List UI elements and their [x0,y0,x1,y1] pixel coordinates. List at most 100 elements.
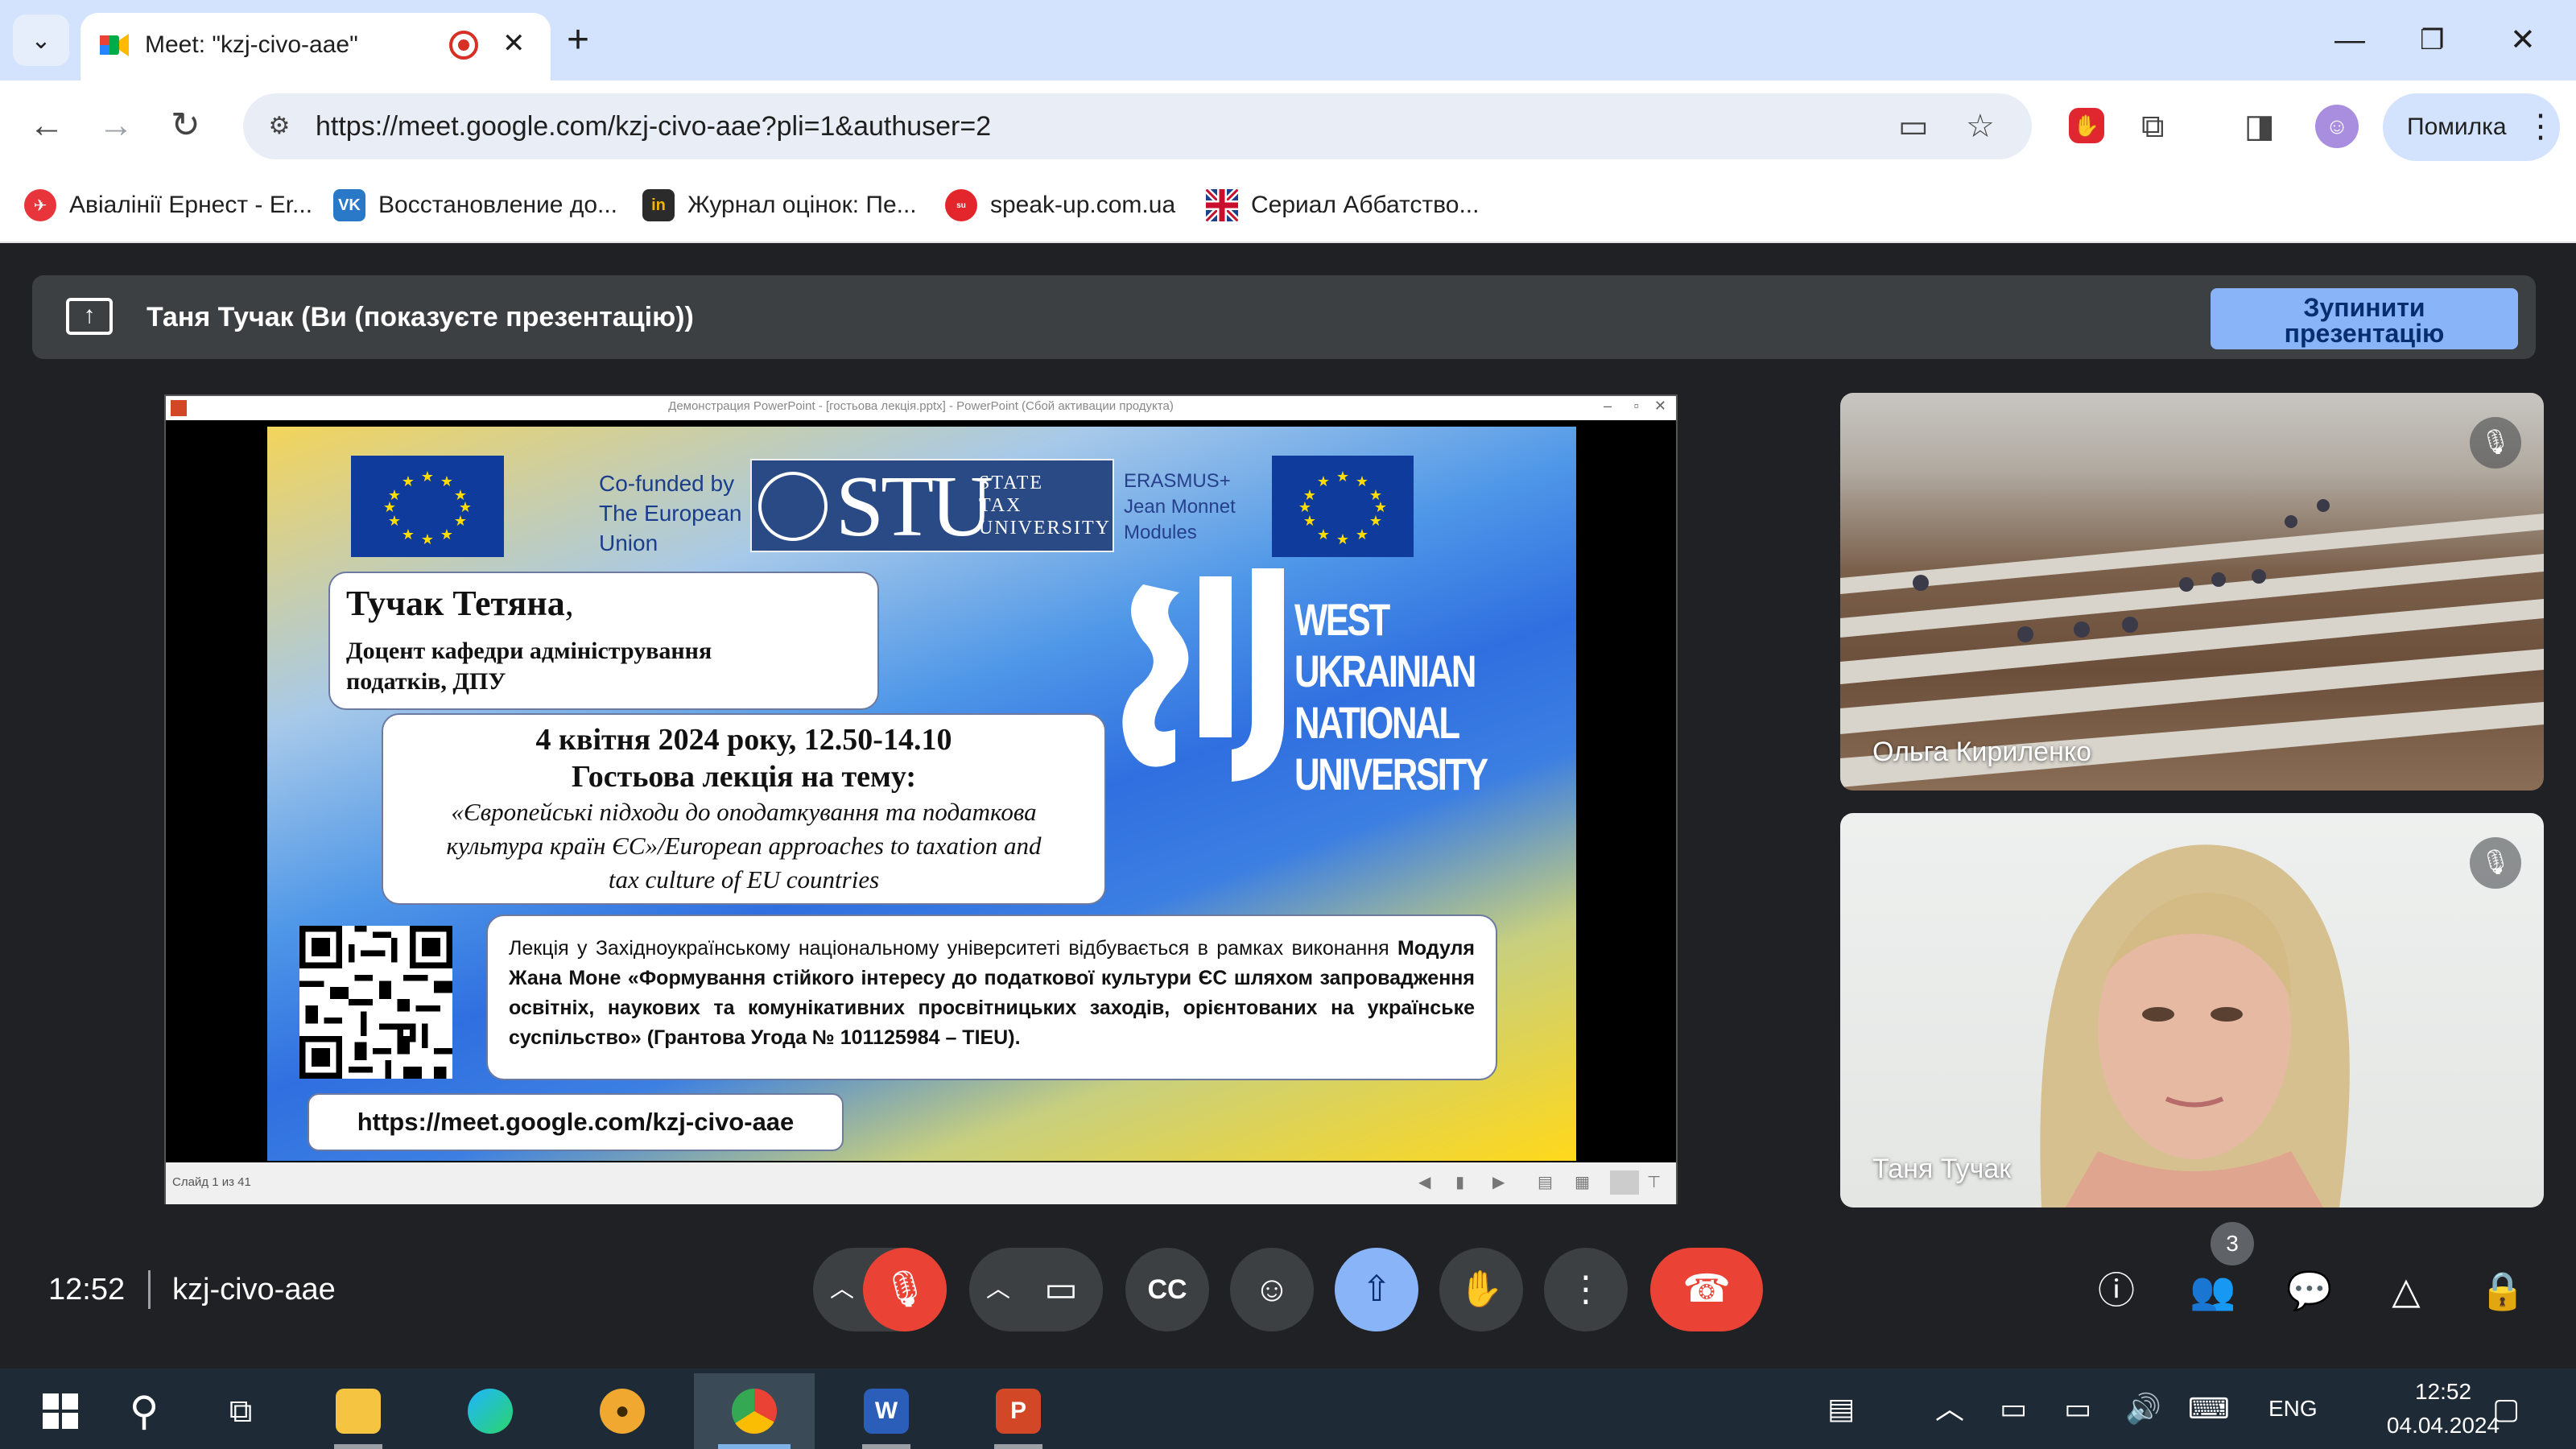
host-controls-icon[interactable]: 🔒 [2475,1262,2531,1319]
next-slide-icon[interactable]: ▶ [1492,1172,1505,1192]
present-now-icon[interactable]: ⇧ [1335,1248,1418,1331]
browser-toolbar: ← → ↻ ⚙ https://meet.google.com/kzj-civo… [0,80,2576,172]
tray-overflow-icon[interactable]: ︿ [1935,1389,1964,1428]
cofunded-line: The European [599,501,742,526]
activities-icon[interactable]: △ [2378,1262,2434,1319]
taskbar-word[interactable]: W [826,1373,947,1449]
speakup-favicon-icon: su [945,189,977,221]
new-tab-button[interactable]: + [567,19,589,61]
svg-text:★: ★ [402,526,415,543]
bookmark-item[interactable]: Сериал Аббатство... [1206,185,1479,225]
pause-icon[interactable]: ▮ [1455,1172,1464,1192]
end-call-icon[interactable]: ☎ [1650,1248,1763,1331]
mic-off-icon: 🎙 [2470,417,2521,469]
taskbar-app-browser[interactable]: ● [562,1373,683,1449]
minimize-icon[interactable]: — [2334,18,2365,63]
address-bar[interactable]: ⚙ https://meet.google.com/kzj-civo-aae?p… [243,93,2032,159]
input-language[interactable]: ENG [2268,1393,2318,1425]
stop-label-line2: презентацію [2284,319,2445,348]
lecture-topic-line: tax culture of EU countries [608,865,880,894]
adblock-extension-icon[interactable]: ✋ [2069,108,2104,143]
ppt-statusbar: Слайд 1 из 41 ◀ ▮ ▶ ▤ ▦ ⊤ [166,1162,1676,1204]
volume-icon[interactable]: 🔊 [2125,1389,2161,1428]
wunu-line: UNIVERSITY [1294,749,1488,799]
svg-text:★: ★ [1317,473,1330,490]
mic-off-toggle-icon[interactable]: 🎙 [863,1248,947,1331]
meeting-clock: 12:52 [48,1273,126,1307]
normal-view-icon[interactable]: ▤ [1538,1172,1553,1192]
bookmark-item[interactable]: in Журнал оцінок: Пе... [642,185,917,225]
bookmark-item[interactable]: ✈ Авіалінії Ернест - Er... [24,185,312,225]
ppt-close-icon[interactable]: ✕ [1654,398,1666,415]
taskbar-explorer[interactable] [298,1373,419,1449]
mic-options-chevron-icon[interactable]: ︿ [818,1248,866,1331]
camera-options-chevron-icon[interactable]: ︿ [974,1248,1022,1331]
profile-error-label: Помилка [2407,114,2507,140]
url-text[interactable]: https://meet.google.com/kzj-civo-aae?pli… [316,109,991,144]
back-icon[interactable]: ← [29,101,64,150]
active-tab[interactable]: Meet: "kzj-civo-aae" ✕ [80,13,551,80]
ppt-minimize-icon[interactable]: – [1604,398,1612,415]
taskbar-task-view[interactable]: ⧉ [180,1373,301,1449]
side-panel-icon[interactable]: ◨ [2244,106,2275,147]
search-icon: ⚲ [129,1389,159,1434]
battery-icon[interactable]: ▭ [2064,1389,2091,1428]
stu-sub-line: UNIVERSITY [979,518,1111,539]
prev-slide-icon[interactable]: ◀ [1418,1172,1430,1192]
open-indicator [862,1444,910,1449]
extensions-icon[interactable]: ⧉ [2141,106,2165,147]
profile-error-chip[interactable]: Помилка ⋮ [2383,93,2560,161]
bookmark-item[interactable]: VK Восстановление до... [333,185,617,225]
taskbar-chrome[interactable] [694,1373,815,1449]
open-indicator [994,1444,1042,1449]
windows-logo-icon [43,1393,78,1429]
wunu-line: WEST UKRAINIAN [1294,594,1476,696]
sorter-view-icon[interactable]: ▦ [1575,1172,1590,1192]
lecturer-card: Тучак Тетяна, Доцент кафедри адмініструв… [328,572,879,710]
svg-text:★: ★ [1336,469,1349,485]
news-widget-icon[interactable]: ▤ [1827,1389,1855,1428]
slideshow-view-icon[interactable]: ⊤ [1647,1172,1661,1192]
profile-avatar[interactable]: ☺ [2315,105,2359,148]
camera-icon[interactable]: ▭ [1898,108,1929,145]
forward-icon[interactable]: → [98,101,134,150]
reload-icon[interactable]: ↻ [171,101,200,150]
file-explorer-icon [336,1389,381,1434]
people-count-badge: 3 [2211,1222,2254,1265]
close-window-icon[interactable]: ✕ [2510,18,2536,63]
camera-toggle-icon[interactable]: ▭ [1019,1248,1103,1331]
meet-favicon-icon [100,34,129,56]
svg-text:★: ★ [402,473,415,490]
self-video [2040,844,2350,1208]
participant-tile[interactable]: 🎙 Ольга Кириленко [1840,393,2544,791]
ppt-titlebar: Демонстрация PowerPoint - [гостьова лекц… [166,396,1676,420]
restore-icon[interactable]: ❐ [2420,18,2444,63]
bookmark-item[interactable]: su speak-up.com.ua [945,185,1175,225]
meeting-details-icon[interactable]: ⓘ [2088,1262,2145,1319]
taskbar-edge[interactable] [430,1373,551,1449]
more-options-icon[interactable]: ⋮ [1544,1248,1628,1331]
taskbar-powerpoint[interactable]: P [958,1373,1079,1449]
participant-tile[interactable]: 🎙 Таня Тучак [1840,813,2544,1208]
keyboard-icon[interactable]: ⌨ [2188,1389,2230,1428]
camera-control-group: ︿ ▭ [969,1248,1103,1331]
svg-text:★: ★ [421,531,434,548]
ppt-window-title: Демонстрация PowerPoint - [гостьова лекц… [668,399,1174,413]
notifications-icon[interactable]: ▢ [2492,1389,2520,1428]
emoji-reaction-icon[interactable]: ☺ [1230,1248,1314,1331]
meet-tray-icon[interactable]: ▭ [2000,1389,2027,1428]
stop-presenting-button[interactable]: Зупинити презентацію [2211,288,2518,349]
eu-flag-icon: ★ ★ ★ ★ ★ ★ ★ ★ ★ ★ ★ ★ [1272,456,1414,557]
raise-hand-icon[interactable]: ✋ [1439,1248,1523,1331]
site-info-icon[interactable]: ⚙ [261,108,298,145]
chat-icon[interactable]: 💬 [2281,1262,2338,1319]
captions-icon[interactable]: CC [1125,1248,1209,1331]
bookmark-star-icon[interactable]: ☆ [1966,108,1995,145]
tab-search-dropdown[interactable]: ⌄ [13,14,69,66]
tab-close-icon[interactable]: ✕ [502,27,526,60]
people-icon[interactable]: 👥 [2185,1262,2241,1319]
eu-flag-icon: ★ ★ ★ ★ ★ ★ ★ ★ ★ ★ ★ ★ [351,456,504,557]
reading-view-icon[interactable] [1610,1170,1639,1195]
ppt-restore-icon[interactable]: ▫ [1634,398,1639,415]
yandex-browser-icon: ● [600,1389,645,1434]
